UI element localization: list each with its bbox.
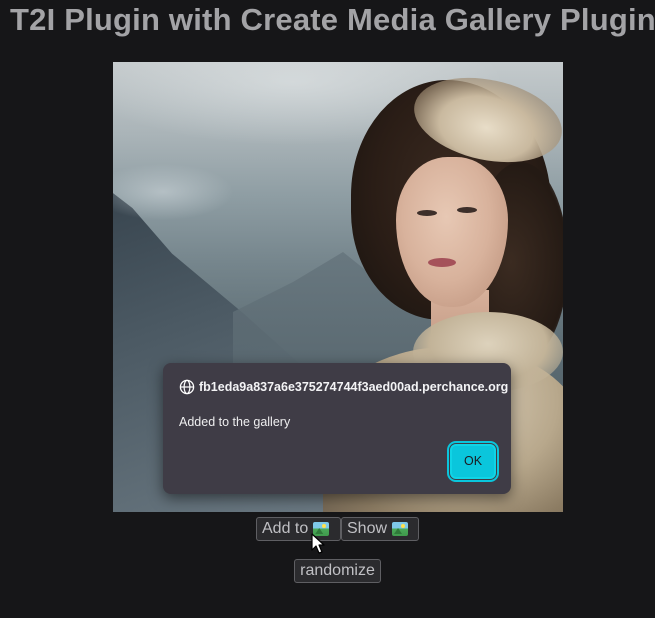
image-snow xyxy=(113,122,323,262)
globe-icon xyxy=(179,379,195,395)
page: T2I Plugin with Create Media Gallery Plu… xyxy=(0,0,655,618)
dialog-origin: fb1eda9a837a6e375274744f3aed00ad.perchan… xyxy=(199,380,509,394)
framed-picture-icon xyxy=(392,522,409,536)
show-label: Show xyxy=(347,520,388,537)
dialog-header: fb1eda9a837a6e375274744f3aed00ad.perchan… xyxy=(179,379,508,395)
add-to-label: Add to xyxy=(262,520,309,537)
add-to-gallery-button[interactable]: Add to xyxy=(256,517,341,541)
image-eye-right xyxy=(457,207,477,213)
show-gallery-button[interactable]: Show xyxy=(341,517,419,541)
image-eye-left xyxy=(417,210,437,216)
image-lips xyxy=(428,258,456,267)
mouse-cursor-icon xyxy=(311,533,325,554)
ok-button[interactable]: OK xyxy=(450,444,496,479)
randomize-button[interactable]: randomize xyxy=(294,559,381,583)
page-title: T2I Plugin with Create Media Gallery Plu… xyxy=(10,2,655,37)
alert-dialog: fb1eda9a837a6e375274744f3aed00ad.perchan… xyxy=(163,363,511,494)
dialog-message: Added to the gallery xyxy=(179,415,291,429)
